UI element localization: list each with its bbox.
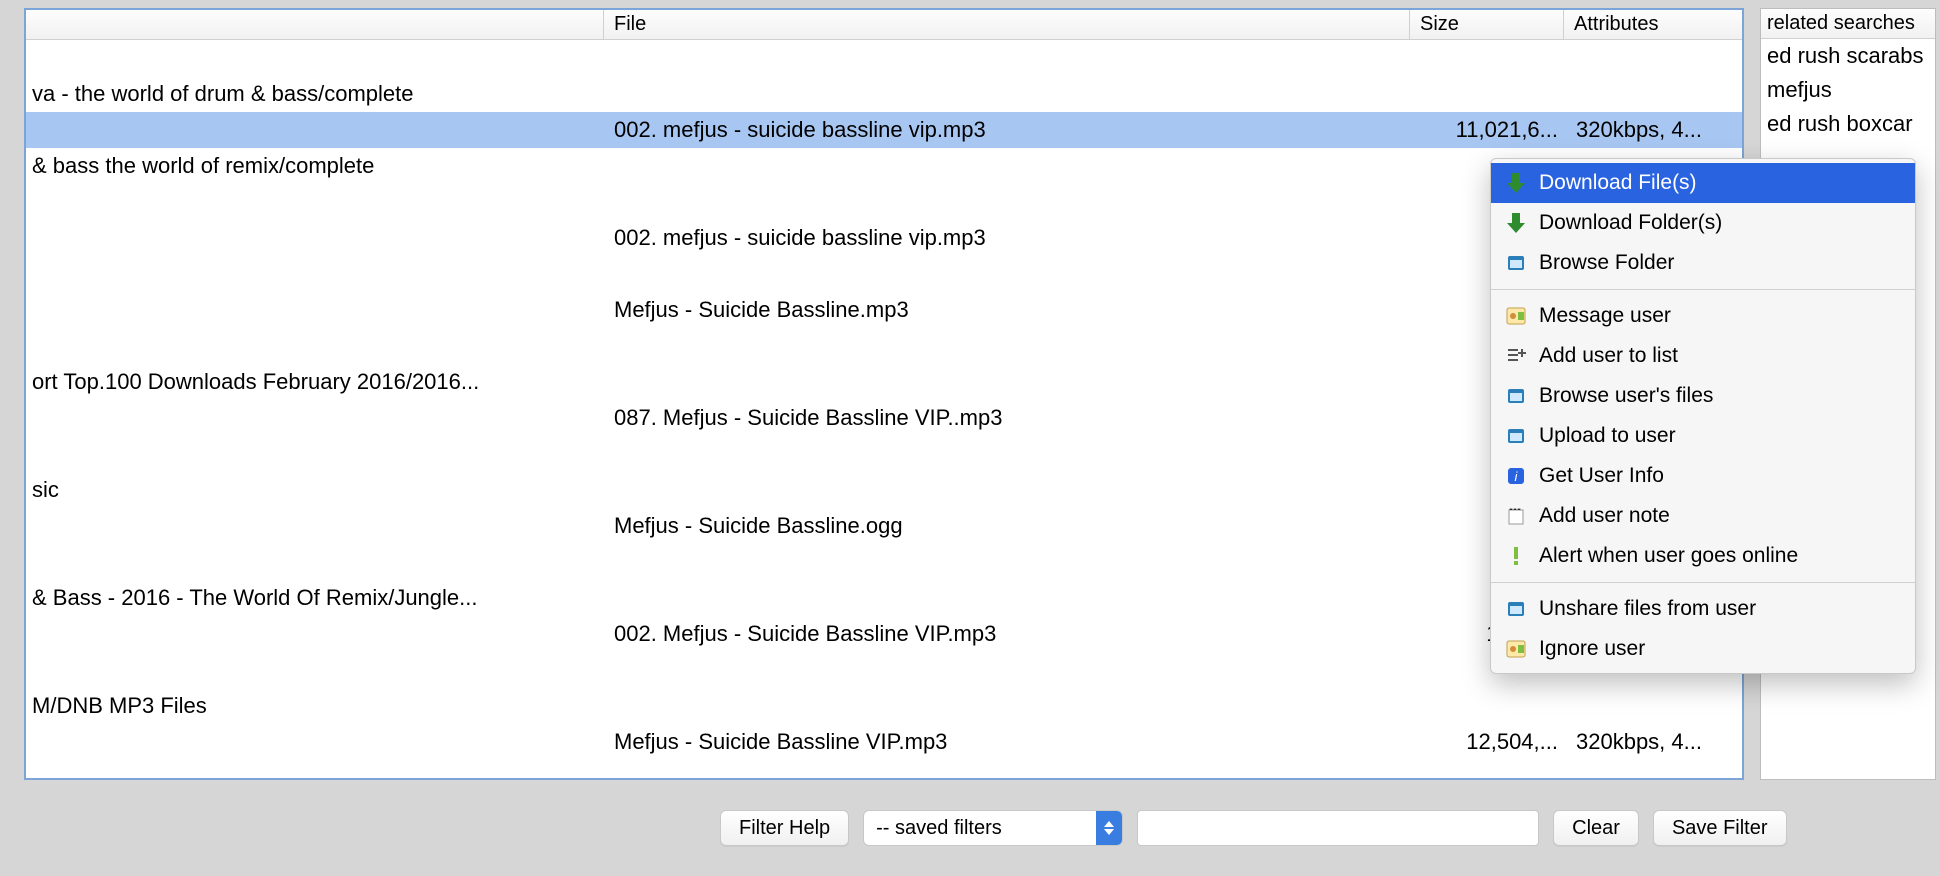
folder-path-cell: & bass the world of remix/complete	[26, 153, 604, 179]
folder-path-cell: ort Top.100 Downloads February 2016/2016…	[26, 369, 604, 395]
related-search-item[interactable]: ed rush boxcar	[1761, 107, 1935, 141]
file-row[interactable]: Mefjus - Suicide Bassline.mp37,930,	[26, 292, 1742, 328]
blank-row	[26, 328, 1742, 364]
header-attributes[interactable]: Attributes	[1564, 10, 1742, 39]
folder-icon	[1505, 385, 1527, 407]
blank-row	[26, 40, 1742, 76]
menu-label: Browse Folder	[1539, 251, 1674, 275]
filter-input[interactable]	[1137, 810, 1539, 846]
menu-label: Message user	[1539, 304, 1671, 328]
folder-icon	[1505, 598, 1527, 620]
menu-unshare[interactable]: Unshare files from user	[1491, 589, 1915, 629]
file-name-cell: 087. Mefjus - Suicide Bassline VIP..mp3	[604, 405, 1410, 431]
menu-label: Unshare files from user	[1539, 597, 1756, 621]
folder-icon	[1505, 425, 1527, 447]
menu-separator	[1491, 289, 1915, 290]
context-menu: Download File(s) Download Folder(s) Brow…	[1490, 158, 1916, 674]
note-icon	[1505, 505, 1527, 527]
menu-label: Download Folder(s)	[1539, 211, 1722, 235]
user-icon	[1505, 638, 1527, 660]
folder-path-cell: sic	[26, 477, 604, 503]
blank-row	[26, 652, 1742, 688]
folder-row[interactable]: & bass the world of remix/complete	[26, 148, 1742, 184]
menu-label: Add user to list	[1539, 344, 1678, 368]
blank-row	[26, 256, 1742, 292]
attributes-cell: 320kbps, 4...	[1564, 117, 1742, 143]
menu-ignore-user[interactable]: Ignore user	[1491, 629, 1915, 669]
alert-icon	[1505, 545, 1527, 567]
file-row[interactable]: 002. mefjus - suicide bassline vip.mp311…	[26, 220, 1742, 256]
file-name-cell: 002. mefjus - suicide bassline vip.mp3	[604, 117, 1410, 143]
folder-row[interactable]: ort Top.100 Downloads February 2016/2016…	[26, 364, 1742, 400]
blank-row	[26, 436, 1742, 472]
save-filter-button[interactable]: Save Filter	[1653, 810, 1787, 846]
folder-row[interactable]: sic	[26, 472, 1742, 508]
file-row[interactable]: 087. Mefjus - Suicide Bassline VIP..mp31…	[26, 400, 1742, 436]
clear-button[interactable]: Clear	[1553, 810, 1639, 846]
menu-add-user-to-list[interactable]: Add user to list	[1491, 336, 1915, 376]
menu-browse-users-files[interactable]: Browse user's files	[1491, 376, 1915, 416]
related-search-item[interactable]: ed rush scarabs	[1761, 39, 1935, 73]
file-row[interactable]: Mefjus - Suicide Bassline.ogg6,205,	[26, 508, 1742, 544]
menu-message-user[interactable]: Message user	[1491, 296, 1915, 336]
file-name-cell: 002. mefjus - suicide bassline vip.mp3	[604, 225, 1410, 251]
table-body: va - the world of drum & bass/complete00…	[26, 40, 1742, 760]
size-cell: 11,021,6...	[1410, 117, 1564, 143]
saved-filters-select[interactable]: -- saved filters	[863, 810, 1123, 846]
menu-download-folders[interactable]: Download Folder(s)	[1491, 203, 1915, 243]
folder-row[interactable]: & Bass - 2016 - The World Of Remix/Jungl…	[26, 580, 1742, 616]
header-size[interactable]: Size	[1410, 10, 1564, 39]
menu-alert-online[interactable]: Alert when user goes online	[1491, 536, 1915, 576]
file-row[interactable]: 002. mefjus - suicide bassline vip.mp311…	[26, 112, 1742, 148]
file-row[interactable]: Mefjus - Suicide Bassline VIP.mp312,504,…	[26, 724, 1742, 760]
menu-label: Add user note	[1539, 504, 1670, 528]
menu-browse-folder[interactable]: Browse Folder	[1491, 243, 1915, 283]
filter-bar: Filter Help -- saved filters Clear Save …	[0, 800, 1940, 856]
folder-path-cell: M/DNB MP3 Files	[26, 693, 604, 719]
list-icon	[1505, 345, 1527, 367]
menu-separator	[1491, 582, 1915, 583]
menu-upload-to-user[interactable]: Upload to user	[1491, 416, 1915, 456]
related-searches-list: ed rush scarabsmefjused rush boxcar	[1761, 39, 1935, 141]
menu-label: Download File(s)	[1539, 171, 1697, 195]
menu-label: Browse user's files	[1539, 384, 1713, 408]
folder-row[interactable]: M/DNB MP3 Files	[26, 688, 1742, 724]
menu-download-files[interactable]: Download File(s)	[1491, 163, 1915, 203]
header-spacer[interactable]	[26, 10, 604, 39]
menu-label: Ignore user	[1539, 637, 1645, 661]
folder-icon	[1505, 252, 1527, 274]
menu-add-user-note[interactable]: Add user note	[1491, 496, 1915, 536]
menu-label: Get User Info	[1539, 464, 1664, 488]
info-icon: i	[1505, 465, 1527, 487]
results-panel: File Size Attributes va - the world of d…	[24, 8, 1744, 780]
menu-get-user-info[interactable]: i Get User Info	[1491, 456, 1915, 496]
menu-label: Alert when user goes online	[1539, 544, 1798, 568]
filter-help-button[interactable]: Filter Help	[720, 810, 849, 846]
size-cell: 12,504,...	[1410, 729, 1564, 755]
menu-label: Upload to user	[1539, 424, 1676, 448]
attributes-cell: 320kbps, 4...	[1564, 729, 1742, 755]
folder-row[interactable]: va - the world of drum & bass/complete	[26, 76, 1742, 112]
table-header: File Size Attributes	[26, 10, 1742, 40]
file-name-cell: 002. Mefjus - Suicide Bassline VIP.mp3	[604, 621, 1410, 647]
select-value: -- saved filters	[864, 811, 1096, 845]
folder-path-cell: & Bass - 2016 - The World Of Remix/Jungl…	[26, 585, 604, 611]
file-name-cell: Mefjus - Suicide Bassline.mp3	[604, 297, 1410, 323]
header-file[interactable]: File	[604, 10, 1410, 39]
related-searches-header[interactable]: related searches	[1761, 9, 1935, 39]
folder-path-cell: va - the world of drum & bass/complete	[26, 81, 604, 107]
related-search-item[interactable]: mefjus	[1761, 73, 1935, 107]
file-row[interactable]: 002. Mefjus - Suicide Bassline VIP.mp311…	[26, 616, 1742, 652]
file-name-cell: Mefjus - Suicide Bassline VIP.mp3	[604, 729, 1410, 755]
user-icon	[1505, 305, 1527, 327]
chevron-updown-icon	[1096, 811, 1122, 845]
blank-row	[26, 544, 1742, 580]
blank-row	[26, 184, 1742, 220]
arrow-down-icon	[1505, 172, 1527, 194]
file-name-cell: Mefjus - Suicide Bassline.ogg	[604, 513, 1410, 539]
arrow-down-icon	[1505, 212, 1527, 234]
